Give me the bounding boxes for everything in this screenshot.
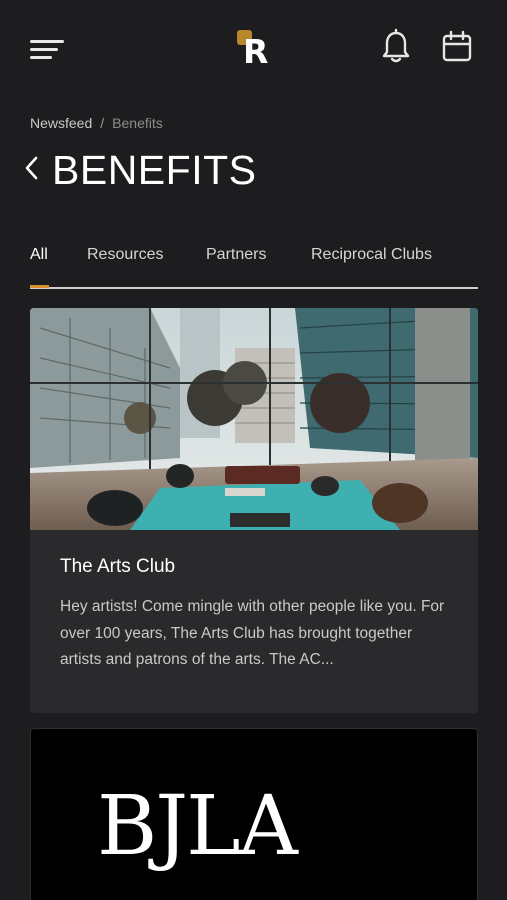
benefit-card[interactable]: The Arts Club Hey artists! Come mingle w… (30, 308, 478, 713)
bell-icon[interactable] (380, 28, 412, 66)
card-title: The Arts Club (60, 556, 176, 577)
breadcrumb-current: Benefits (112, 115, 163, 131)
back-chevron-icon[interactable] (22, 154, 44, 184)
tab-reciprocal-clubs[interactable]: Reciprocal Clubs (311, 246, 432, 264)
app-logo[interactable]: R (232, 26, 276, 72)
breadcrumb: Newsfeed / Benefits (30, 115, 163, 131)
tab-partners[interactable]: Partners (206, 246, 266, 264)
benefit-card[interactable]: BJLA (30, 728, 478, 900)
logo-letter: R (243, 32, 269, 71)
tab-resources[interactable]: Resources (87, 246, 163, 264)
card-image (30, 308, 478, 530)
calendar-icon[interactable] (441, 28, 473, 66)
card-description: Hey artists! Come mingle with other peop… (60, 598, 445, 668)
top-bar: R (0, 0, 507, 96)
tab-bar: All Resources Partners Reciprocal Clubs (30, 240, 478, 290)
active-tab-indicator (30, 285, 49, 288)
breadcrumb-separator: / (100, 115, 105, 131)
page-title: BENEFITS (52, 147, 257, 193)
menu-icon[interactable] (30, 36, 68, 59)
partner-logo: BJLA (97, 779, 298, 874)
tab-all[interactable]: All (30, 246, 48, 264)
breadcrumb-newsfeed[interactable]: Newsfeed (30, 115, 92, 131)
tab-divider (30, 287, 478, 289)
